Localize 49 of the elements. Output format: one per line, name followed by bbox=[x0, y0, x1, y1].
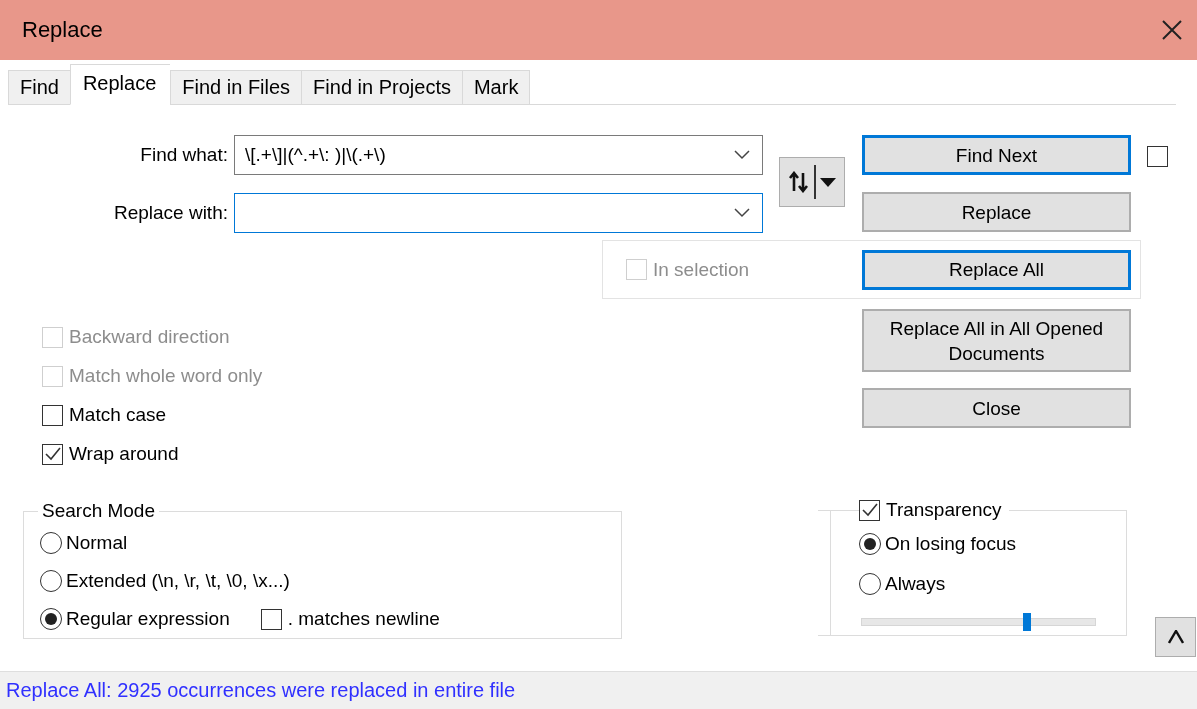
up-down-arrows-icon bbox=[788, 171, 811, 193]
checkbox[interactable] bbox=[42, 404, 63, 426]
radio-button[interactable] bbox=[40, 608, 62, 630]
checkbox-label: Match case bbox=[69, 404, 167, 426]
checkbox-label: Wrap around bbox=[69, 443, 179, 465]
direction-button[interactable] bbox=[779, 157, 845, 207]
chevron-down-icon[interactable] bbox=[734, 150, 750, 160]
checkbox[interactable] bbox=[42, 443, 63, 465]
checkbox[interactable] bbox=[859, 499, 880, 521]
checkbox-label: Backward direction bbox=[69, 326, 230, 348]
tab[interactable]: Replace bbox=[69, 64, 171, 105]
tab[interactable]: Mark bbox=[461, 70, 531, 105]
checkbox-label: Match whole word only bbox=[69, 365, 263, 387]
radio-label: Always bbox=[885, 573, 946, 595]
window-title: Replace bbox=[22, 17, 103, 43]
close-icon[interactable] bbox=[1161, 19, 1183, 41]
status-message: Replace All: 2925 occurrences were replaced in entire file bbox=[0, 671, 1197, 709]
tab[interactable]: Find in Projects bbox=[301, 70, 462, 105]
field-label: Find what: bbox=[140, 143, 228, 167]
replace-button[interactable]: Replace bbox=[862, 192, 1131, 232]
radio-button[interactable] bbox=[859, 533, 881, 555]
radio-label: Normal bbox=[66, 532, 128, 554]
replace-all-documents-button[interactable]: Replace All in All Opened Documents bbox=[862, 309, 1131, 372]
chevron-down-icon[interactable] bbox=[734, 208, 750, 218]
radio-label: Regular expression bbox=[66, 608, 230, 630]
checkbox-label: In selection bbox=[653, 258, 750, 281]
radio-button[interactable] bbox=[859, 573, 881, 595]
checkbox-label: . matches newline bbox=[287, 608, 440, 630]
radio-button[interactable] bbox=[40, 532, 62, 554]
radio-button[interactable] bbox=[40, 570, 62, 592]
chevron-up-icon bbox=[1167, 630, 1184, 644]
field-value: \[.+\]|(^.+\: )|\(.+\) bbox=[245, 144, 387, 166]
tab[interactable]: Find bbox=[8, 70, 70, 105]
replace-all-button[interactable]: Replace All bbox=[862, 249, 1131, 290]
combo-field[interactable] bbox=[234, 193, 763, 233]
radio-label: Extended (\n, \r, \t, \0, \x...) bbox=[66, 570, 290, 592]
tab[interactable]: Find in Files bbox=[170, 70, 302, 105]
checkbox[interactable] bbox=[1147, 145, 1168, 167]
find-next-button[interactable]: Find Next bbox=[862, 135, 1131, 175]
caret-down-icon bbox=[819, 177, 836, 187]
close-button[interactable]: Close bbox=[862, 388, 1131, 428]
field-label: Replace with: bbox=[113, 201, 228, 225]
slider-thumb[interactable] bbox=[1023, 613, 1032, 631]
group-title: Search Mode bbox=[41, 500, 156, 522]
checkbox[interactable] bbox=[260, 608, 282, 630]
radio-label: On losing focus bbox=[885, 533, 1016, 555]
combo-field[interactable]: \[.+\]|(^.+\: )|\(.+\) bbox=[234, 135, 763, 175]
collapse-button[interactable] bbox=[1155, 617, 1196, 657]
checkbox-label: Transparency bbox=[886, 499, 1002, 521]
